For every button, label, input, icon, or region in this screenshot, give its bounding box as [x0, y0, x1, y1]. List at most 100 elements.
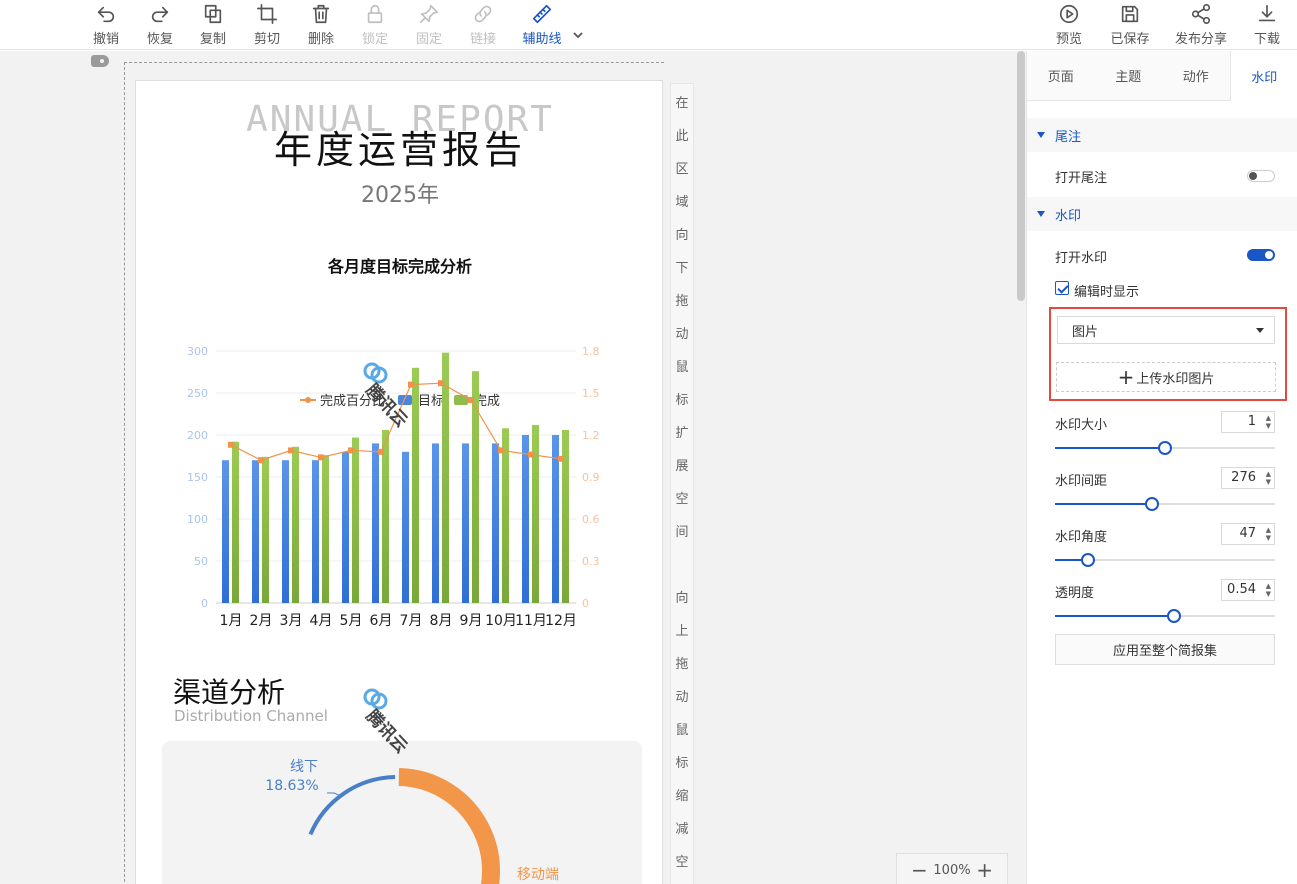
- redo-button[interactable]: 恢复: [134, 3, 186, 47]
- report-title[interactable]: 年度运营报告: [136, 119, 662, 174]
- x-tick-label: 9月: [460, 613, 483, 629]
- pin-icon: [419, 4, 439, 24]
- apply-to-all-button[interactable]: 应用至整个简报集: [1055, 634, 1275, 665]
- pct-point[interactable]: [258, 457, 264, 464]
- pct-point[interactable]: [558, 455, 564, 462]
- lock-button[interactable]: 锁定: [349, 3, 401, 47]
- bar-target[interactable]: [492, 443, 499, 603]
- guides-button[interactable]: 辅助线: [516, 3, 568, 47]
- y-right-tick: 0.9: [582, 471, 600, 484]
- zoom-out-button[interactable]: −: [911, 860, 928, 880]
- horizontal-guide-line[interactable]: [124, 62, 664, 63]
- share-button[interactable]: 发布分享: [1174, 3, 1228, 47]
- canvas-scrollbar[interactable]: [1017, 51, 1025, 301]
- bar-target[interactable]: [522, 435, 529, 603]
- bar-target[interactable]: [252, 460, 259, 603]
- cut-button[interactable]: 剪切: [241, 3, 293, 47]
- stepper-arrows-icon[interactable]: ▲ ▼: [1266, 414, 1271, 430]
- show-when-editing-checkbox[interactable]: [1055, 281, 1069, 295]
- pct-point[interactable]: [228, 441, 234, 448]
- pct-point[interactable]: [498, 447, 504, 454]
- channel-donut-chart[interactable]: 线下 18.63% 移动端: [162, 741, 642, 884]
- tab-action[interactable]: 动作: [1162, 51, 1230, 100]
- tab-watermark[interactable]: 水印: [1229, 51, 1297, 102]
- guide-tag-icon[interactable]: [91, 55, 109, 67]
- slider-track[interactable]: [1055, 441, 1275, 455]
- report-page[interactable]: ANNUAL REPORT 年度运营报告 2025年 各月度目标完成分析 完成百…: [135, 80, 663, 884]
- channel-chart-card[interactable]: 线下 18.63% 移动端: [162, 741, 642, 884]
- label-leader-line: [327, 792, 341, 797]
- copy-button[interactable]: 复制: [187, 3, 239, 47]
- tab-page[interactable]: 页面: [1027, 51, 1095, 100]
- monthly-target-chart[interactable]: 完成百分比 目标 完成05010015020025030000.30.60.91.2…: [136, 301, 663, 661]
- pct-point[interactable]: [348, 447, 354, 454]
- preview-button[interactable]: 预览: [1043, 3, 1095, 47]
- bar-done[interactable]: [292, 446, 299, 603]
- number-input[interactable]: 1 ▲ ▼: [1221, 411, 1275, 433]
- stepper-arrows-icon[interactable]: ▲ ▼: [1266, 526, 1271, 542]
- slider-track[interactable]: [1055, 553, 1275, 567]
- bar-done[interactable]: [442, 352, 449, 603]
- pct-point[interactable]: [378, 448, 384, 455]
- slider-thumb[interactable]: [1166, 609, 1181, 623]
- download-button[interactable]: 下载: [1241, 3, 1293, 47]
- guides-dropdown[interactable]: [572, 26, 584, 39]
- bar-target[interactable]: [552, 435, 559, 603]
- number-input[interactable]: 0.54 ▲ ▼: [1221, 579, 1275, 601]
- x-tick-label: 4月: [310, 613, 333, 629]
- bar-done[interactable]: [382, 429, 389, 603]
- zoom-value: 100%: [933, 862, 971, 878]
- hint-char: 空: [675, 855, 689, 870]
- number-input[interactable]: 276 ▲ ▼: [1221, 467, 1275, 489]
- bar-done[interactable]: [262, 456, 269, 603]
- bar-target[interactable]: [402, 451, 409, 603]
- tab-theme[interactable]: 主题: [1095, 51, 1163, 100]
- watermark-section-header[interactable]: 水印: [1027, 197, 1297, 231]
- channel-section-title[interactable]: 渠道分析: [173, 671, 285, 711]
- bar-target[interactable]: [312, 460, 319, 603]
- slider-thumb[interactable]: [1158, 441, 1172, 455]
- slider-thumb[interactable]: [1144, 497, 1159, 511]
- link-button[interactable]: 链接: [457, 3, 509, 47]
- editor-canvas[interactable]: ANNUAL REPORT 年度运营报告 2025年 各月度目标完成分析 完成百…: [0, 51, 1026, 884]
- bar-done[interactable]: [322, 455, 329, 603]
- pct-point[interactable]: [288, 447, 294, 454]
- bar-target[interactable]: [282, 460, 289, 603]
- bar-done[interactable]: [502, 428, 509, 603]
- pct-point[interactable]: [528, 451, 534, 458]
- bar-target[interactable]: [222, 460, 229, 603]
- stepper-arrows-icon[interactable]: ▲ ▼: [1266, 582, 1271, 598]
- watermark-type-select[interactable]: 图片: [1057, 316, 1275, 344]
- footnote-section-header[interactable]: 尾注: [1027, 118, 1297, 152]
- bar-target[interactable]: [462, 443, 469, 603]
- bar-target[interactable]: [372, 443, 379, 603]
- pct-point[interactable]: [468, 397, 474, 403]
- report-year[interactable]: 2025年: [136, 177, 662, 209]
- pct-point[interactable]: [318, 454, 324, 461]
- bar-done[interactable]: [472, 371, 479, 603]
- slider-thumb[interactable]: [1081, 553, 1095, 567]
- zoom-in-button[interactable]: +: [976, 860, 993, 880]
- undo-button[interactable]: 撤销: [80, 3, 132, 47]
- stepper-arrows-icon[interactable]: ▲ ▼: [1266, 470, 1271, 486]
- watermark-toggle[interactable]: [1247, 249, 1275, 261]
- resize-hint-bar[interactable]: 在此区域向下拖动鼠标扩展空间向上拖动鼠标缩减空: [670, 83, 694, 884]
- bar-done[interactable]: [232, 441, 239, 603]
- donut-slice-mobile[interactable]: [398, 768, 500, 884]
- bar-target[interactable]: [432, 443, 439, 603]
- vertical-guide-line[interactable]: [124, 62, 125, 884]
- watermark-toggle-label: 打开水印: [1055, 251, 1108, 266]
- footnote-toggle-label: 打开尾注: [1055, 171, 1108, 186]
- y-right-tick: 1.8: [582, 345, 600, 358]
- bar-done[interactable]: [352, 437, 359, 603]
- delete-button[interactable]: 删除: [295, 3, 347, 47]
- upload-watermark-button[interactable]: + 上传水印图片: [1056, 362, 1276, 392]
- slider-track[interactable]: [1055, 497, 1275, 511]
- save-button[interactable]: 已保存: [1104, 3, 1156, 47]
- bar-target[interactable]: [342, 451, 349, 603]
- pin-button[interactable]: 固定: [403, 3, 455, 47]
- number-input[interactable]: 47 ▲ ▼: [1221, 523, 1275, 545]
- footnote-toggle[interactable]: [1247, 170, 1275, 182]
- slider-track[interactable]: [1055, 609, 1275, 623]
- donut-slice-offline[interactable]: [308, 775, 396, 836]
